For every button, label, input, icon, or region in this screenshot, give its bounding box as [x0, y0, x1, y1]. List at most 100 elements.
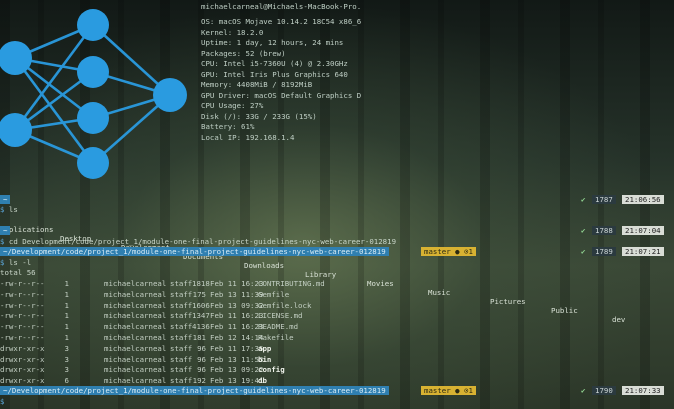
table-cell: 96 — [197, 343, 206, 353]
prompt-bar-3: ~/Development/code/project_1/module-one-… — [0, 247, 674, 256]
table-cell: CONTRIBUTING.md — [258, 279, 325, 288]
table-cell: Feb 11 16:23 — [210, 311, 264, 321]
nn-node — [153, 78, 187, 112]
ls-item: Public — [551, 306, 578, 315]
sysinfo-line: GPU Driver: macOS Default Graphics D — [201, 90, 362, 100]
sysinfo-line: CPU Usage: 27% — [201, 101, 264, 110]
table-cell: 1347 — [192, 311, 210, 321]
table-cell: Gemfile — [258, 289, 290, 299]
command-text: ls — [8, 205, 18, 214]
sysinfo-line: Kernel: 18.2.0 — [201, 27, 264, 37]
ls-item: Library — [305, 270, 337, 279]
command-line-1[interactable]: $ ls — [0, 205, 18, 214]
table-cell: 181 — [192, 333, 206, 342]
nn-node — [77, 147, 109, 179]
sysinfo-line: OS: macOS Mojave 10.14.2 18C54 x86_6 — [201, 17, 362, 26]
table-cell: README.md — [258, 322, 299, 332]
table-cell: Feb 13 11:39 — [210, 289, 264, 299]
table-cell: Feb 11 17:35 — [210, 343, 264, 353]
table-cell: -rw-r--r-- — [0, 333, 45, 342]
sysinfo-line: Local IP: 192.168.1.4 — [201, 132, 295, 142]
table-cell: 4136 — [192, 322, 210, 332]
table-cell: drwxr-xr-x — [0, 354, 45, 364]
table-cell: 1 — [64, 289, 69, 299]
table-cell: michaelcarneal — [104, 289, 167, 299]
sysinfo-user-host: michaelcarneal@Michaels-MacBook-Pro. — [201, 2, 362, 11]
table-cell: michaelcarneal — [104, 333, 167, 342]
success-check-icon: ✔ — [581, 226, 586, 235]
history-count: 1787 — [592, 195, 616, 204]
table-cell: 1818 — [192, 279, 210, 288]
command-line-3[interactable]: $ ls -l — [0, 258, 31, 267]
table-cell: LICENSE.md — [258, 311, 303, 321]
sysinfo-line: Battery: 61% — [201, 122, 255, 131]
table-cell: michaelcarneal — [104, 300, 167, 310]
table-cell: michaelcarneal — [104, 311, 167, 321]
table-cell: 3 — [64, 343, 69, 353]
table-cell: Feb 12 14:14 — [210, 333, 264, 342]
table-cell: drwxr-xr-x — [0, 343, 45, 353]
prompt-icon: $ — [0, 258, 5, 267]
success-check-icon: ✔ — [581, 195, 586, 204]
neural-network-logo — [0, 9, 187, 179]
prompt-icon: $ — [0, 237, 5, 246]
table-cell: michaelcarneal — [104, 343, 167, 353]
table-cell: 3 — [64, 365, 69, 375]
prompt-time: 21:07:33 — [622, 386, 664, 395]
table-cell: -rw-r--r-- — [0, 311, 45, 321]
history-count: 1788 — [592, 226, 616, 235]
table-cell: staff — [170, 333, 193, 342]
table-cell: staff — [170, 279, 193, 288]
sysinfo-line: Memory: 4408MiB / 8192MiB — [201, 80, 313, 89]
prompt-bar-1: ~ ✔ 1787 21:06:56 — [0, 195, 674, 204]
command-line-4[interactable]: $ — [0, 397, 9, 406]
prompt-path: ~ — [0, 195, 11, 204]
command-line-2[interactable]: $ cd Development/code/project_1/module-o… — [0, 237, 396, 246]
table-cell: Rakefile — [258, 333, 294, 342]
prompt-path: ~/Development/code/project_1/module-one-… — [0, 386, 389, 395]
history-count: 1789 — [592, 247, 616, 256]
table-cell: staff — [170, 322, 193, 332]
nn-node — [0, 41, 32, 75]
table-cell: michaelcarneal — [104, 322, 167, 332]
history-count: 1790 — [592, 386, 616, 395]
prompt-bar-4: ~/Development/code/project_1/module-one-… — [0, 386, 674, 395]
sysinfo-line: Packages: 52 (brew) — [201, 48, 286, 58]
git-branch-badge: master ● ⊙1 — [421, 247, 476, 256]
table-cell: 1 — [64, 279, 69, 288]
table-cell: 96 — [197, 365, 206, 375]
table-cell: -rw-r--r-- — [0, 300, 45, 310]
table-cell: drwxr-xr-x — [0, 365, 45, 375]
table-cell: 1 — [64, 333, 69, 342]
prompt-bar-2: ~ ✔ 1788 21:07:04 — [0, 226, 674, 235]
sysinfo-line: CPU: Intel i5-7360U (4) @ 2.30GHz — [201, 59, 348, 68]
table-cell: app — [258, 343, 272, 353]
prompt-icon: $ — [0, 205, 5, 214]
table-cell: michaelcarneal — [104, 279, 167, 288]
nn-node — [77, 102, 109, 134]
success-check-icon: ✔ — [581, 386, 586, 395]
sysinfo-line: GPU: Intel Iris Plus Graphics 640 — [201, 69, 348, 79]
prompt-time: 21:06:56 — [622, 195, 664, 204]
table-cell: 1606 — [192, 300, 210, 310]
prompt-path: ~/Development/code/project_1/module-one-… — [0, 247, 389, 256]
prompt-icon: $ — [0, 397, 5, 406]
table-cell: Feb 13 09:22 — [210, 365, 264, 375]
command-text: cd Development/code/project_1/module-one… — [8, 237, 397, 246]
table-cell: staff — [170, 354, 193, 364]
table-cell: staff — [170, 343, 193, 353]
success-check-icon: ✔ — [581, 247, 586, 256]
command-text: ls -l — [8, 258, 32, 267]
table-cell: Feb 11 16:23 — [210, 279, 264, 288]
table-cell: Feb 13 11:53 — [210, 354, 264, 364]
table-cell: 175 — [192, 289, 206, 299]
table-cell: Feb 11 16:23 — [210, 322, 264, 332]
nn-node — [77, 9, 109, 41]
table-cell: -rw-r--r-- — [0, 289, 45, 299]
table-cell: michaelcarneal — [104, 354, 167, 364]
table-cell: Gemfile.lock — [258, 300, 312, 310]
table-cell: michaelcarneal — [104, 365, 167, 375]
table-cell: 1 — [64, 311, 69, 321]
nn-node — [0, 113, 32, 147]
sysinfo-line: Uptime: 1 day, 12 hours, 24 mins — [201, 38, 344, 47]
